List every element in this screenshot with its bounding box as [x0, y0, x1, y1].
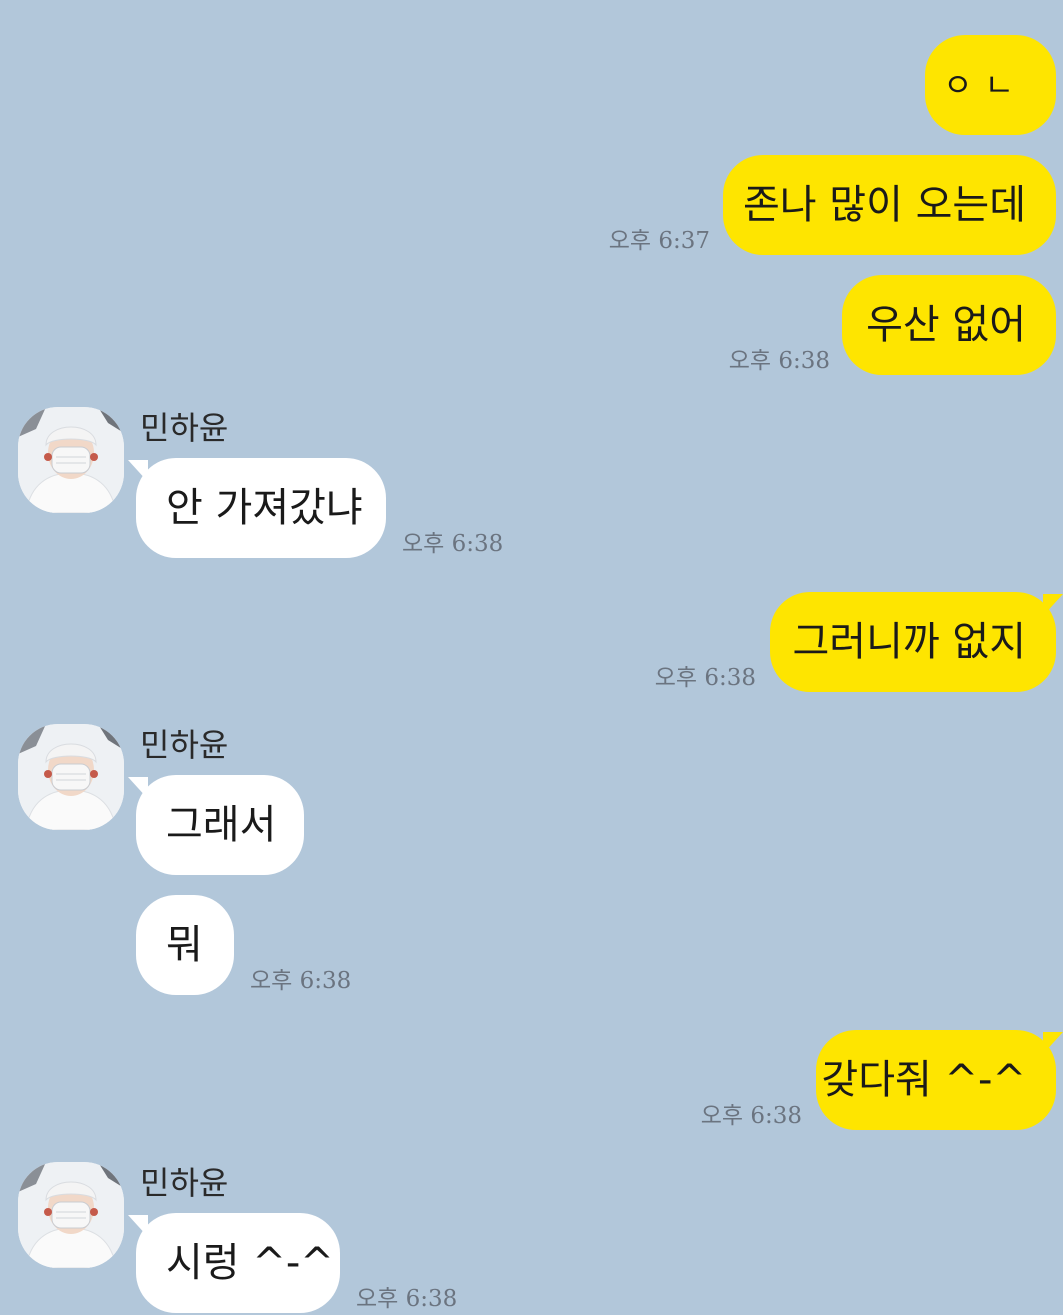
other-message-bubble[interactable]: 안 가져갔냐	[136, 458, 386, 558]
message-text: ㅇㄴ	[943, 66, 1026, 104]
profile-photo-avatar-icon	[18, 724, 124, 830]
contact-avatar[interactable]	[18, 1162, 124, 1268]
my-message-bubble[interactable]: 그러니까 없지	[770, 592, 1056, 692]
other-message-bubble[interactable]: 뭐	[136, 895, 234, 995]
other-message-bubble[interactable]: 그래서	[136, 775, 304, 875]
message-timestamp: 오후 6:38	[402, 531, 504, 557]
contact-name: 민하윤	[140, 726, 229, 764]
profile-photo-avatar-icon	[18, 407, 124, 513]
message-timestamp: 오후 6:38	[728, 348, 830, 374]
message-timestamp: 오후 6:38	[356, 1286, 458, 1312]
message-text: 그래서	[166, 802, 277, 848]
message-text: 뭐	[166, 922, 203, 968]
contact-avatar[interactable]	[18, 407, 124, 513]
message-timestamp: 오후 6:38	[654, 665, 756, 691]
contact-name: 민하윤	[140, 409, 229, 447]
contact-name: 민하윤	[140, 1164, 229, 1202]
message-text: 갖다줘 ^-^	[821, 1057, 1026, 1103]
message-timestamp: 오후 6:37	[608, 228, 710, 254]
message-text: 존나 많이 오는데	[742, 182, 1026, 228]
my-message-bubble[interactable]: 갖다줘 ^-^	[816, 1030, 1056, 1130]
contact-avatar[interactable]	[18, 724, 124, 830]
message-text: 우산 없어	[866, 302, 1026, 348]
message-text: 안 가져갔냐	[166, 485, 363, 531]
my-message-bubble[interactable]: 존나 많이 오는데	[723, 155, 1056, 255]
profile-photo-avatar-icon	[18, 1162, 124, 1268]
message-text: 시렁 ^-^	[166, 1240, 334, 1286]
chat-area[interactable]: ㅇㄴ 존나 많이 오는데 오후 6:37 우산 없어 오후 6:38 민하윤 안…	[0, 0, 1063, 1315]
my-message-bubble[interactable]: ㅇㄴ	[925, 35, 1056, 135]
my-message-bubble[interactable]: 우산 없어	[842, 275, 1056, 375]
message-timestamp: 오후 6:38	[700, 1103, 802, 1129]
other-message-bubble[interactable]: 시렁 ^-^	[136, 1213, 340, 1313]
message-text: 그러니까 없지	[792, 619, 1026, 665]
message-timestamp: 오후 6:38	[250, 968, 352, 994]
